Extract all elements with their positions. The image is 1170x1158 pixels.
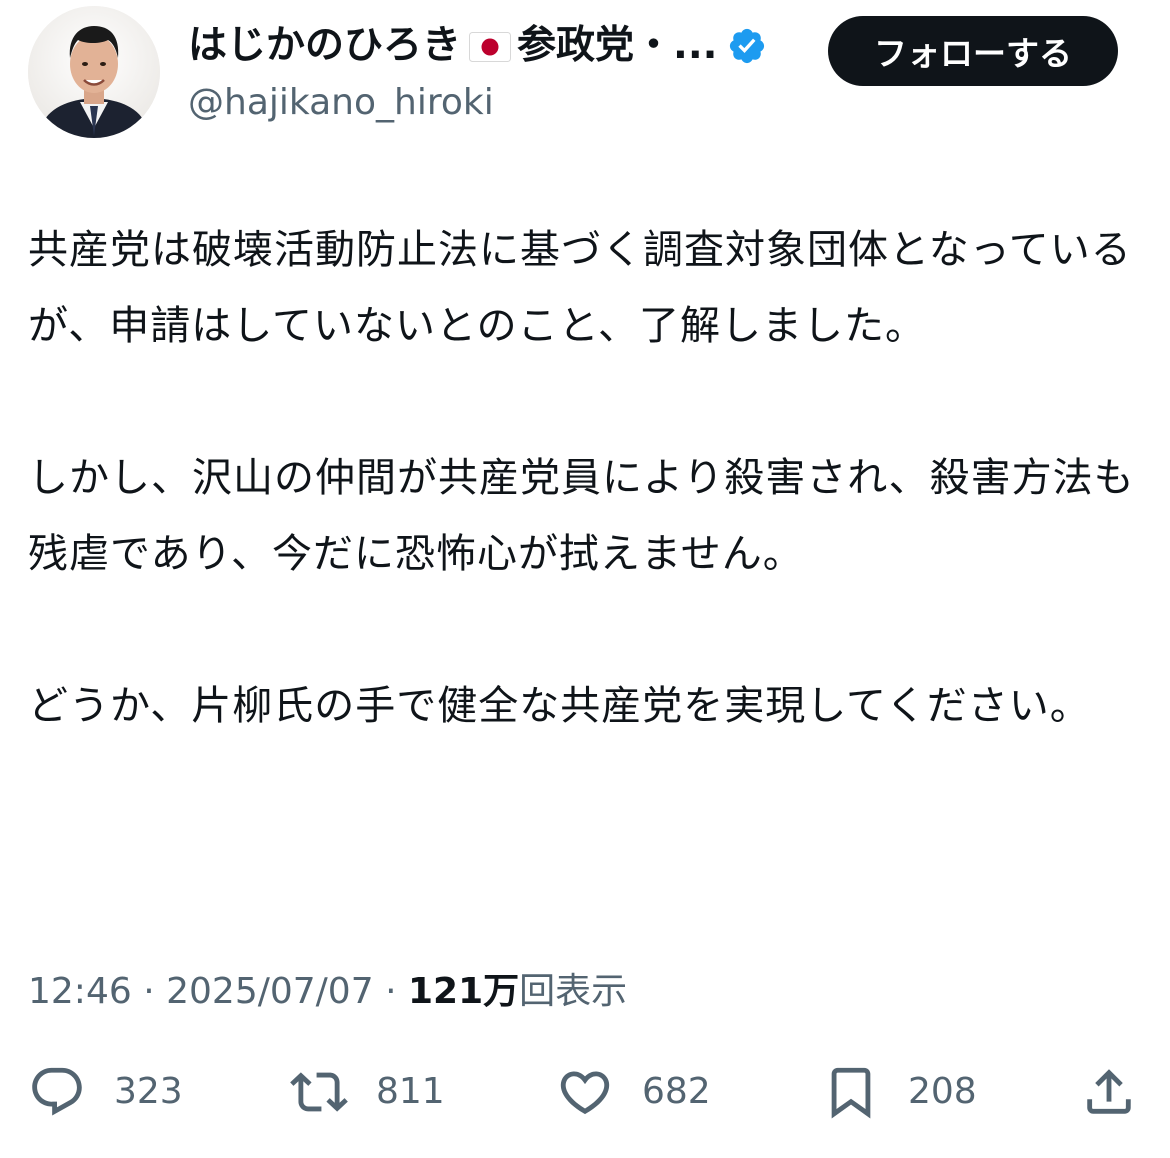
avatar-photo	[28, 6, 160, 138]
views-count: 121万	[407, 971, 520, 1012]
display-name-row[interactable]: はじかのひろき 参政党・...	[188, 18, 808, 74]
retweet-count: 811	[376, 1071, 445, 1112]
meta-separator: ·	[143, 971, 155, 1012]
avatar[interactable]	[28, 6, 160, 138]
reply-icon	[32, 1067, 82, 1116]
heart-icon	[560, 1071, 610, 1115]
like-button[interactable]: 682	[556, 1056, 711, 1128]
action-bar: 323 811 682 208	[28, 1056, 1142, 1128]
share-icon	[1087, 1069, 1131, 1114]
views-label: 回表示	[519, 971, 628, 1012]
tweet-time[interactable]: 12:46	[28, 971, 132, 1012]
display-name-suffix[interactable]: 参政党・...	[517, 18, 717, 74]
verified-badge-icon[interactable]	[727, 26, 767, 66]
tweet-date[interactable]: 2025/07/07	[166, 971, 374, 1012]
tweet-text: 共産党は破壊活動防止法に基づく調査対象団体となっているが、申請はしていないとのこ…	[28, 212, 1138, 744]
tweet-paragraph: 共産党は破壊活動防止法に基づく調査対象団体となっているが、申請はしていないとのこ…	[28, 227, 1132, 349]
like-count: 682	[642, 1071, 711, 1112]
reply-button[interactable]: 323	[28, 1056, 183, 1128]
display-name[interactable]: はじかのひろき	[188, 18, 461, 74]
bookmark-icon	[831, 1067, 871, 1119]
retweet-icon	[290, 1072, 348, 1112]
author-handle[interactable]: @hajikano_hiroki	[188, 78, 808, 128]
reply-count: 323	[114, 1071, 183, 1112]
bookmark-count: 208	[908, 1071, 977, 1112]
tweet-header: はじかのひろき 参政党・... @hajikano_hiroki フォローする	[28, 6, 1142, 140]
tweet-meta: 12:46 · 2025/07/07 · 121万回表示	[28, 964, 627, 1020]
bookmark-button[interactable]: 208	[822, 1056, 977, 1128]
share-button[interactable]	[1080, 1056, 1138, 1128]
follow-button[interactable]: フォローする	[828, 16, 1118, 86]
tweet-paragraph: どうか、片柳氏の手で健全な共産党を実現してください。	[28, 683, 1091, 729]
japan-flag-icon	[469, 32, 512, 62]
meta-separator: ·	[385, 971, 397, 1012]
retweet-button[interactable]: 811	[290, 1056, 445, 1128]
tweet-paragraph: しかし、沢山の仲間が共産党員により殺害され、殺害方法も残虐であり、今だに恐怖心が…	[28, 455, 1135, 577]
author-info: はじかのひろき 参政党・... @hajikano_hiroki	[188, 18, 808, 128]
